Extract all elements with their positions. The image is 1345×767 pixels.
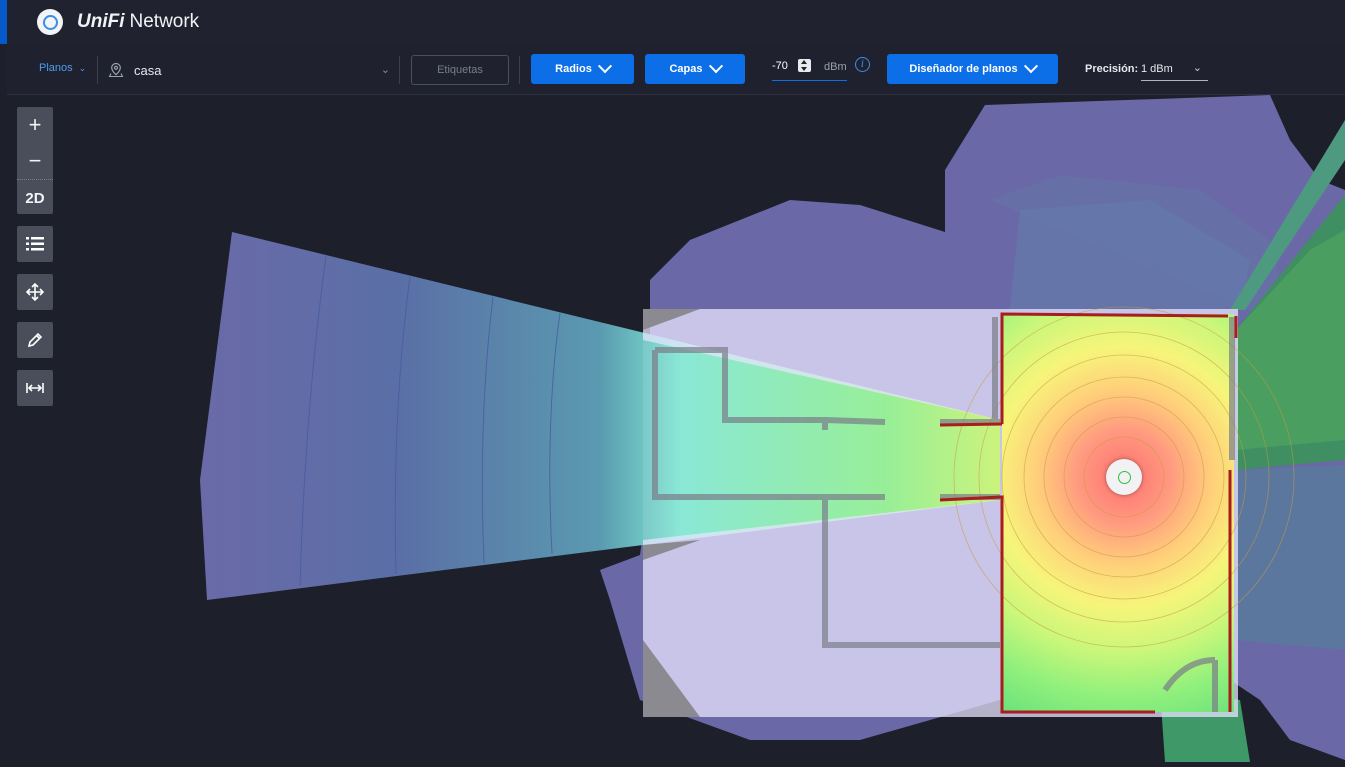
map-select[interactable]: casa ⌄ — [108, 59, 390, 81]
precision-value: 1 dBm — [1141, 63, 1173, 75]
chevron-down-icon — [708, 59, 723, 74]
divider — [399, 56, 400, 84]
precision-select[interactable]: 1 dBm ⌄ — [1141, 58, 1208, 81]
list-icon — [17, 226, 53, 262]
top-bar: UniFi Network — [7, 0, 1345, 45]
info-icon[interactable]: i — [855, 57, 870, 72]
signal-value[interactable]: -70 — [772, 60, 788, 72]
zoom-controls: + − 2D — [17, 107, 53, 214]
planos-dropdown[interactable]: Planos ⌄ — [39, 62, 86, 74]
precision-label: Precisión: — [1085, 63, 1139, 75]
move-icon — [17, 274, 53, 310]
heatmap-canvas[interactable]: + − 2D — [0, 95, 1345, 762]
signal-unit: dBm — [824, 61, 847, 73]
pencil-icon — [17, 322, 53, 358]
move-button[interactable] — [17, 274, 53, 310]
view-mode-toggle[interactable]: 2D — [17, 179, 53, 216]
chevron-down-icon: ⌄ — [78, 62, 87, 73]
draw-button[interactable] — [17, 322, 53, 358]
access-point-icon[interactable] — [1106, 459, 1142, 495]
unifi-logo-icon — [37, 9, 63, 35]
layers-button[interactable]: Capas — [645, 54, 745, 84]
map-pin-icon — [108, 62, 124, 78]
signal-heatmap — [1002, 314, 1234, 712]
stepper-icon[interactable] — [798, 59, 811, 72]
layers-label: Capas — [669, 63, 703, 75]
divider — [97, 56, 98, 84]
divider — [519, 56, 520, 84]
list-button[interactable] — [17, 226, 53, 262]
radios-button[interactable]: Radios — [531, 54, 634, 84]
measure-button[interactable] — [17, 370, 53, 406]
measure-icon — [17, 370, 53, 406]
tags-button[interactable]: Etiquetas — [411, 55, 509, 85]
logo[interactable]: UniFi Network — [37, 9, 199, 35]
map-name: casa — [134, 62, 162, 78]
chevron-down-icon: ⌄ — [380, 64, 390, 76]
ap-status-ring — [1117, 470, 1131, 484]
designer-label: Diseñador de planos — [909, 63, 1018, 75]
chevron-down-icon — [597, 59, 612, 74]
brand-name: Network — [129, 11, 200, 32]
floorplan-toolbar: Planos ⌄ casa ⌄ Etiquetas Radios Capas -… — [7, 44, 1345, 95]
header-accent-bar — [0, 0, 7, 44]
coverage-heatmap — [200, 95, 1345, 762]
zoom-out-button[interactable]: − — [17, 143, 53, 179]
zoom-in-button[interactable]: + — [17, 107, 53, 143]
brand-logo-text: UniFi — [77, 11, 125, 32]
signal-threshold-input[interactable]: -70 dBm — [772, 58, 847, 81]
radios-label: Radios — [555, 63, 592, 75]
chevron-down-icon — [1023, 59, 1038, 74]
planos-label: Planos — [39, 62, 73, 74]
chevron-down-icon: ⌄ — [1192, 62, 1202, 74]
floorplan-designer-button[interactable]: Diseñador de planos — [887, 54, 1058, 84]
brand-title: UniFi Network — [77, 11, 199, 33]
